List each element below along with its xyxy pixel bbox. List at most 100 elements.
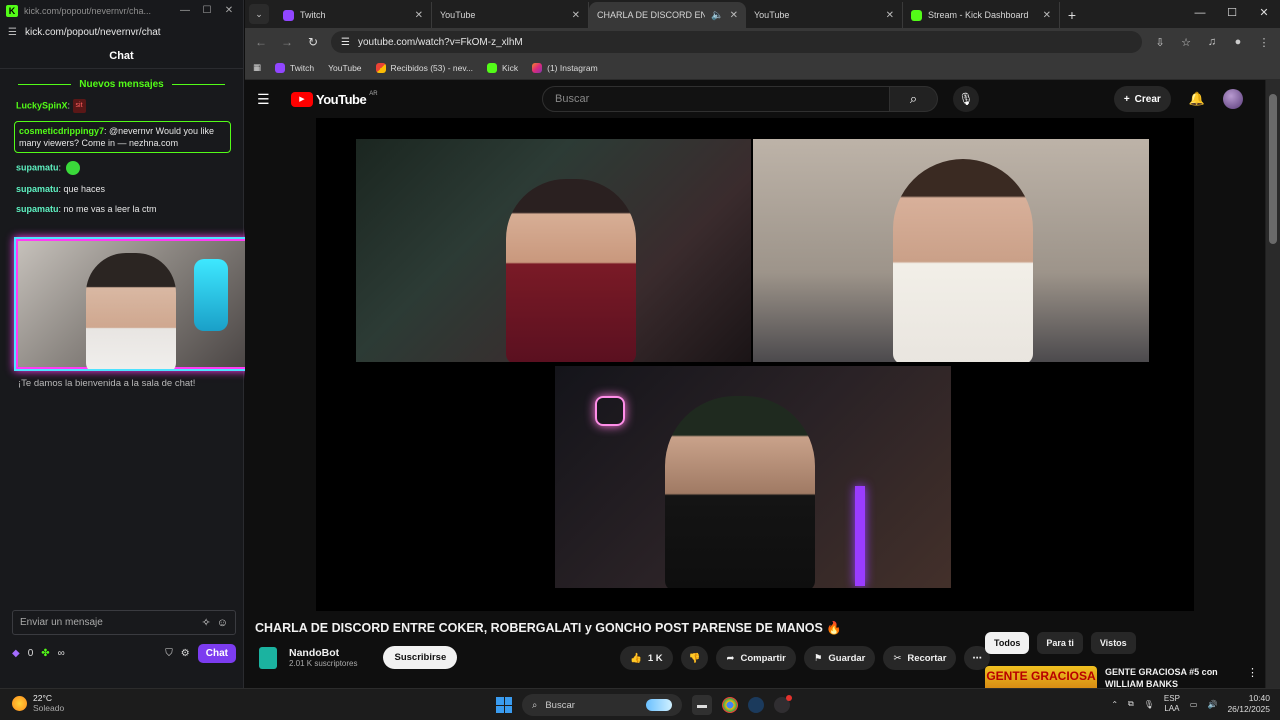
close-button[interactable]: ✕ [221, 5, 237, 16]
youtube-wordmark: YouTube [316, 91, 367, 107]
recommended-thumbnail[interactable]: GENTE GRACIOSA [985, 666, 1097, 688]
close-tab-icon[interactable]: ✕ [1043, 10, 1051, 21]
gear-icon[interactable]: ⚙ [181, 648, 190, 659]
close-button[interactable]: ✕ [1248, 0, 1280, 28]
obs-icon[interactable] [774, 695, 792, 713]
kick-url[interactable]: kick.com/popout/nevernvr/chat [25, 27, 161, 38]
profile-icon[interactable]: ● [1230, 36, 1246, 48]
more-options-icon[interactable]: ⋮ [1247, 666, 1258, 688]
leaf-icon[interactable]: ✤ [41, 648, 49, 659]
steam-icon[interactable] [748, 697, 764, 713]
notifications-bell-icon[interactable]: 🔔 [1189, 91, 1205, 107]
chat-username[interactable]: supamatu [16, 204, 59, 214]
clock[interactable]: 10:40 26/12/2025 [1227, 693, 1270, 715]
hamburger-menu-icon[interactable]: ☰ [257, 91, 281, 108]
shield-icon[interactable]: ⛉ [165, 648, 173, 659]
chevron-up-icon[interactable]: ⌃ [1111, 700, 1118, 709]
bookmark-item[interactable]: YouTube [245, 63, 362, 90]
tab-twitch[interactable]: Twitch ✕ [275, 2, 432, 28]
maximize-button[interactable]: ☐ [1216, 0, 1248, 28]
save-button[interactable]: ⚑ Guardar [803, 646, 876, 670]
voice-search-button[interactable]: 🎙 [953, 86, 979, 112]
tab-kick-dashboard[interactable]: Stream - Kick Dashboard ✕ [903, 2, 1060, 28]
bookmark-item[interactable]: Twitch [275, 62, 314, 73]
scissors-icon: ✂ [893, 652, 902, 664]
close-tab-icon[interactable]: ✕ [730, 10, 738, 21]
menu-icon[interactable]: ⋮ [1256, 36, 1272, 49]
recommended-video[interactable]: GENTE GRACIOSA GENTE GRACIOSA #5 con WIL… [985, 666, 1258, 688]
volume-icon[interactable]: 🔊 [1207, 700, 1217, 709]
weather-widget[interactable]: 22°C Soleado [12, 693, 64, 713]
search-button[interactable]: ⌕ [890, 86, 938, 112]
windows-start-icon[interactable] [496, 697, 512, 713]
file-explorer-icon[interactable]: ▬ [692, 695, 712, 715]
create-button[interactable]: + Crear [1113, 86, 1171, 112]
media-controls-icon[interactable]: ♫ [1204, 36, 1220, 48]
tab-video-active[interactable]: CHARLA DE DISCORD ENTR 🔈 ✕ [245, 2, 1265, 688]
chip-all[interactable]: Todos [985, 632, 1030, 654]
site-info-icon[interactable]: ☰ [8, 27, 17, 38]
install-app-icon[interactable]: ⇩ [1152, 36, 1168, 49]
recommended-title[interactable]: GENTE GRACIOSA #5 con WILLIAM BANKS [1105, 666, 1225, 688]
scrollbar-thumb[interactable] [1269, 94, 1277, 244]
site-info-icon[interactable]: ☰ [341, 37, 350, 48]
new-tab-button[interactable]: + [1060, 7, 1084, 23]
like-button[interactable]: 👍 1 K [620, 646, 673, 670]
tab-search-button[interactable]: ⌄ [249, 4, 269, 24]
network-icon[interactable]: ⧉ [1128, 699, 1134, 709]
microphone-figure [194, 259, 228, 331]
display-icon[interactable]: ▭ [1190, 700, 1198, 709]
chrome-icon[interactable] [722, 697, 738, 713]
address-bar[interactable]: ☰ youtube.com/watch?v=FkOM-z_xlhM [331, 31, 1142, 53]
kick-logo-icon: K [6, 4, 18, 17]
subscriber-count: 2.01 K suscriptores [289, 659, 358, 668]
apps-icon[interactable]: ▦ [253, 62, 261, 73]
language-indicator[interactable]: ESP LAA [1164, 694, 1180, 714]
chat-username[interactable]: supamatu [16, 184, 59, 194]
avatar[interactable] [1223, 89, 1243, 109]
clip-button[interactable]: ✂ Recortar [883, 646, 957, 670]
chip-for-you[interactable]: Para ti [1037, 632, 1083, 654]
reload-icon[interactable]: ↻ [305, 35, 321, 49]
share-label: Compartir [740, 652, 786, 664]
subscribe-button[interactable]: Suscribirse [383, 646, 458, 669]
tab-strip: ⌄ Twitch ✕ YouTube ✕ CHARLA DE DISCORD E… [245, 0, 1280, 688]
chat-username[interactable]: supamatu [16, 162, 59, 172]
youtube-logo[interactable]: ▶ YouTube AR [291, 91, 378, 107]
close-tab-icon[interactable]: ✕ [572, 10, 580, 21]
channel-avatar[interactable] [259, 646, 277, 669]
close-tab-icon[interactable]: ✕ [415, 10, 423, 21]
emoji-icon[interactable]: ☺ [217, 617, 228, 629]
bookmark-star-icon[interactable]: ☆ [1178, 36, 1194, 49]
browser-toolbar: ← → ↻ ☰ youtube.com/watch?v=FkOM-z_xlhM … [245, 28, 1280, 56]
search-input[interactable]: Buscar [542, 86, 890, 112]
minimize-button[interactable]: — [177, 5, 193, 16]
chat-send-button[interactable]: Chat [197, 643, 236, 663]
microphone-icon[interactable]: 🎙 [1144, 700, 1154, 709]
page-scrollbar[interactable] [1266, 80, 1280, 688]
close-tab-icon[interactable]: ✕ [886, 10, 894, 21]
share-button[interactable]: ➦ Compartir [716, 646, 796, 670]
diamond-icon[interactable]: ◆ [12, 648, 20, 659]
chat-username[interactable]: LuckySpinX [16, 100, 68, 110]
back-icon[interactable]: ← [253, 35, 269, 49]
dislike-button[interactable]: 👎 [680, 646, 709, 670]
tab-youtube-2[interactable]: YouTube ✕ [245, 2, 1265, 688]
clip-label: Recortar [907, 652, 947, 664]
channel-name[interactable]: NandoBot [289, 647, 357, 659]
chat-input[interactable]: Enviar un mensaje ✧ ☺ [12, 610, 236, 635]
bookmark-label: Recibidos (53) - nev... [390, 62, 474, 73]
video-player[interactable] [316, 118, 1194, 611]
forward-icon[interactable]: → [279, 35, 295, 49]
minimize-button[interactable]: — [1184, 0, 1216, 28]
bookmark-item[interactable]: Recibidos (53) - nev... [375, 62, 474, 73]
bookmark-item[interactable]: Kick [487, 62, 518, 73]
bookmark-item[interactable]: (1) Instagram [532, 62, 598, 73]
chip-watched[interactable]: Vistos [1090, 632, 1136, 654]
tab-youtube[interactable]: YouTube ✕ [245, 2, 1265, 688]
taskbar-search[interactable]: ⌕ Buscar [522, 694, 682, 716]
emote-picker-icon[interactable]: ✧ [202, 616, 211, 629]
maximize-button[interactable]: ☐ [199, 5, 215, 16]
audio-playing-icon[interactable]: 🔈 [711, 10, 723, 21]
chat-username[interactable]: cosmeticdrippingy7 [19, 126, 104, 136]
